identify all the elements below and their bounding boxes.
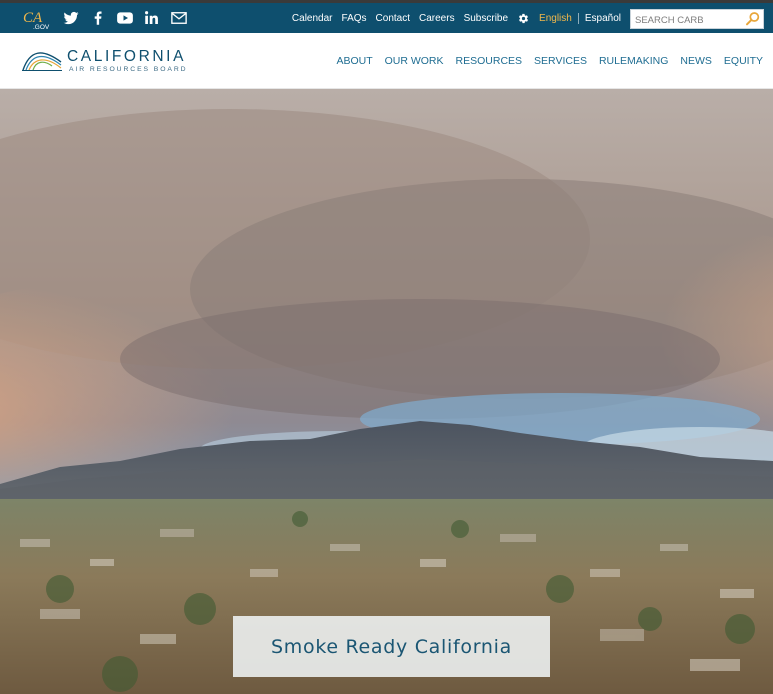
svg-text:.GOV: .GOV	[33, 24, 50, 31]
social-links	[62, 9, 188, 27]
nav-about[interactable]: ABOUT	[336, 55, 372, 67]
carb-logo-icon[interactable]	[22, 46, 62, 72]
nav-resources[interactable]: RESOURCES	[456, 55, 523, 67]
subscribe-link[interactable]: Subscribe	[464, 13, 508, 24]
nav-rulemaking[interactable]: RULEMAKING	[599, 55, 668, 67]
linkedin-icon[interactable]	[143, 9, 161, 27]
search-box	[630, 9, 764, 30]
hero-caption-button[interactable]: Smoke Ready California	[233, 616, 550, 677]
gear-icon[interactable]	[518, 13, 529, 24]
language-espanol[interactable]: Español	[585, 13, 621, 24]
cagov-logo[interactable]: CA .GOV	[22, 7, 54, 31]
facebook-icon[interactable]	[89, 9, 107, 27]
nav-news[interactable]: NEWS	[680, 55, 712, 67]
email-icon[interactable]	[170, 9, 188, 27]
utility-links: Calendar FAQs Contact Careers Subscribe …	[283, 3, 621, 33]
twitter-icon[interactable]	[62, 9, 80, 27]
nav-services[interactable]: SERVICES	[534, 55, 587, 67]
hero-image	[0, 89, 773, 694]
utility-bar: CA .GOV Calendar FAQs Contact Careers Su…	[0, 0, 773, 33]
calendar-link[interactable]: Calendar	[292, 13, 333, 24]
main-nav: ABOUT OUR WORK RESOURCES SERVICES RULEMA…	[324, 33, 763, 89]
faqs-link[interactable]: FAQs	[342, 13, 367, 24]
site-header: CALIFORNIA AIR RESOURCES BOARD ABOUT OUR…	[0, 33, 773, 89]
language-english[interactable]: English	[539, 12, 579, 24]
logo-title[interactable]: CALIFORNIA	[67, 48, 186, 66]
youtube-icon[interactable]	[116, 9, 134, 27]
nav-our-work[interactable]: OUR WORK	[385, 55, 444, 67]
logo-subtitle[interactable]: AIR RESOURCES BOARD	[69, 66, 187, 73]
nav-equity[interactable]: EQUITY	[724, 55, 763, 67]
hero-banner: Smoke Ready California	[0, 89, 773, 694]
search-input[interactable]	[631, 11, 743, 30]
contact-link[interactable]: Contact	[376, 13, 410, 24]
search-icon[interactable]	[745, 11, 761, 27]
hero-caption: Smoke Ready California	[271, 635, 512, 658]
careers-link[interactable]: Careers	[419, 13, 455, 24]
